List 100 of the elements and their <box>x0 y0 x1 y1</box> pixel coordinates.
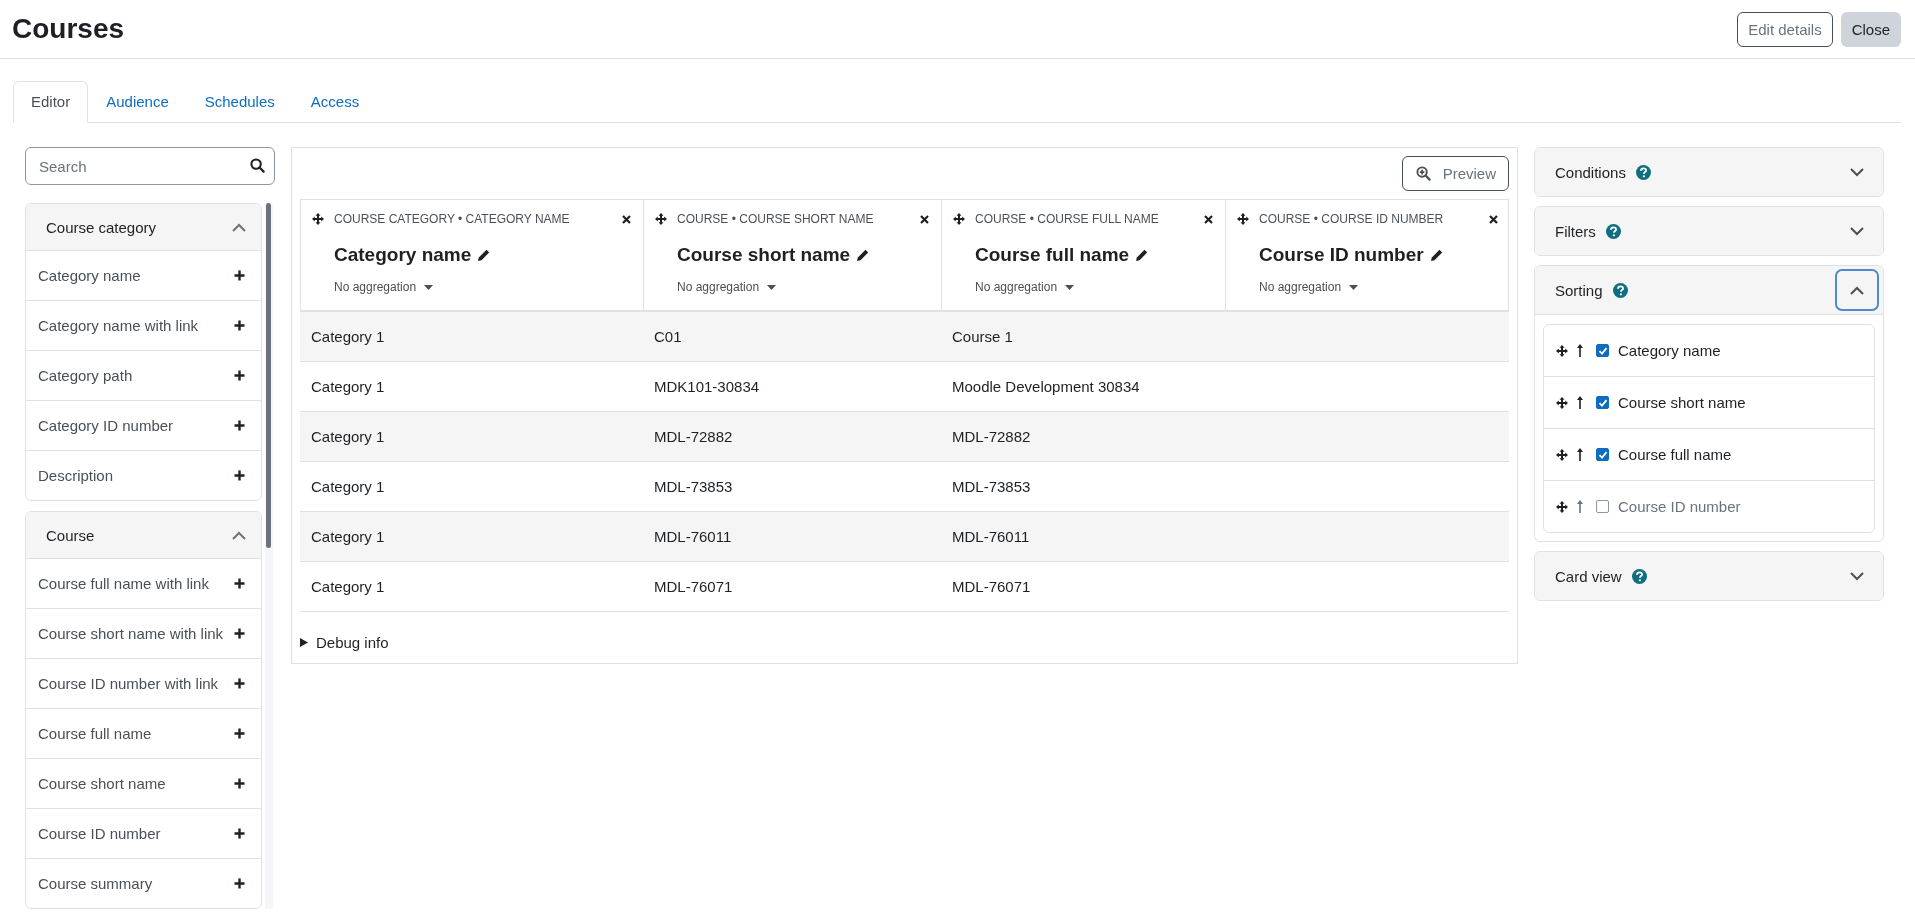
plus-icon <box>234 678 245 689</box>
move-icon[interactable] <box>1556 500 1568 513</box>
checkbox[interactable] <box>1596 396 1609 409</box>
table-cell: Category 1 <box>311 428 385 445</box>
plus-icon <box>234 470 245 481</box>
column-title[interactable]: Course full name <box>975 244 1130 266</box>
remove-icon[interactable] <box>1204 214 1213 224</box>
checkbox[interactable] <box>1596 500 1609 513</box>
field-list-item[interactable]: Category ID number <box>26 401 261 451</box>
edit-details-button[interactable]: Edit details <box>1737 11 1833 47</box>
plus-icon <box>234 420 245 431</box>
field-label: Course full name <box>38 725 152 742</box>
table-cell: MDL-72882 <box>952 428 1031 445</box>
remove-icon[interactable] <box>622 214 631 224</box>
move-icon[interactable] <box>312 213 324 225</box>
move-icon[interactable] <box>953 213 965 225</box>
group-title: Course <box>46 526 95 544</box>
table-cell: Category 1 <box>311 578 385 595</box>
field-label: Course full name with link <box>38 575 209 592</box>
help-icon[interactable] <box>1612 282 1628 298</box>
caret-icon <box>1065 284 1075 290</box>
plus-icon <box>234 320 245 331</box>
help-icon[interactable] <box>1605 223 1621 239</box>
group-title: Course category <box>46 218 157 236</box>
aggregation-dropdown[interactable]: No aggregation <box>975 280 1213 294</box>
debug-label: Debug info <box>316 634 389 651</box>
close-button[interactable]: Close <box>1840 11 1901 47</box>
table-cell: MDL-76011 <box>654 528 732 545</box>
pencil-icon[interactable] <box>477 248 491 262</box>
column-source: COURSE • COURSE FULL NAME <box>975 212 1160 226</box>
checkbox[interactable] <box>1596 448 1609 461</box>
caret-icon <box>1349 284 1359 290</box>
plus-icon <box>234 270 245 281</box>
search-field[interactable]: Search <box>25 147 275 185</box>
tab[interactable]: Editor <box>13 81 89 123</box>
move-icon[interactable] <box>1556 396 1568 409</box>
help-icon[interactable] <box>1635 164 1651 180</box>
field-list-item[interactable]: Course full name <box>26 709 261 759</box>
card-title: Sorting <box>1555 281 1603 299</box>
move-icon[interactable] <box>1556 448 1568 461</box>
pencil-icon[interactable] <box>1135 248 1149 262</box>
move-icon[interactable] <box>655 213 667 225</box>
checkbox[interactable] <box>1596 344 1609 357</box>
arrow-up-icon[interactable] <box>1577 344 1583 357</box>
column-title[interactable]: Course ID number <box>1259 244 1424 266</box>
table-cell: MDL-76071 <box>952 578 1031 595</box>
debug-info-toggle[interactable]: Debug info <box>300 634 1509 651</box>
column-title[interactable]: Course short name <box>677 244 851 266</box>
field-list-item[interactable]: Course full name with link <box>26 559 261 609</box>
field-label: Category name <box>38 267 141 284</box>
pencil-icon[interactable] <box>856 248 870 262</box>
search-icon <box>250 158 265 173</box>
field-label: Course summary <box>38 875 153 892</box>
field-list-item[interactable]: Course ID number <box>26 809 261 859</box>
pencil-icon[interactable] <box>1429 248 1443 262</box>
column-title[interactable]: Category name <box>334 244 472 266</box>
field-list-item[interactable]: Category name with link <box>26 301 261 351</box>
tab[interactable]: Schedules <box>186 81 293 123</box>
sort-field-label: Course ID number <box>1618 498 1741 515</box>
field-label: Category name with link <box>38 317 199 334</box>
group-header[interactable]: Course category <box>26 204 261 251</box>
collapse-toggle[interactable] <box>1835 269 1879 311</box>
field-label: Course ID number <box>38 825 161 842</box>
field-label: Course short name with link <box>38 625 224 642</box>
tab[interactable]: Access <box>292 81 378 123</box>
sort-field-label: Category name <box>1618 342 1721 359</box>
table-cell: Category 1 <box>311 478 385 495</box>
remove-icon[interactable] <box>920 214 929 224</box>
help-icon[interactable] <box>1631 568 1647 584</box>
table-cell: MDL-72882 <box>654 428 733 445</box>
aggregation-dropdown[interactable]: No aggregation <box>1259 280 1498 294</box>
plus-icon <box>234 878 245 889</box>
table-cell: Category 1 <box>311 378 385 395</box>
table-cell: C01 <box>654 328 682 345</box>
field-list-item[interactable]: Course short name <box>26 759 261 809</box>
aggregation-dropdown[interactable]: No aggregation <box>334 280 631 294</box>
card-title: Conditions <box>1555 163 1626 181</box>
move-icon[interactable] <box>1237 213 1249 225</box>
chevron-down-icon <box>1850 226 1864 236</box>
field-list-item[interactable]: Course ID number with link <box>26 659 261 709</box>
move-icon[interactable] <box>1556 344 1568 357</box>
aggregation-dropdown[interactable]: No aggregation <box>677 280 929 294</box>
plus-icon <box>234 578 245 589</box>
field-list-item[interactable]: Course short name with link <box>26 609 261 659</box>
table-cell: Category 1 <box>311 328 385 345</box>
field-list-item[interactable]: Description <box>26 451 261 500</box>
scrollbar-thumb[interactable] <box>266 203 271 548</box>
field-list-item[interactable]: Category name <box>26 251 261 301</box>
group-header[interactable]: Course <box>26 512 261 559</box>
card-title: Filters <box>1555 222 1596 240</box>
zoom-in-icon <box>1415 166 1431 181</box>
preview-button[interactable]: Preview <box>1401 156 1509 191</box>
field-list-item[interactable]: Category path <box>26 351 261 401</box>
arrow-up-icon[interactable] <box>1577 448 1583 461</box>
tab[interactable]: Audience <box>88 81 187 123</box>
arrow-up-icon[interactable] <box>1577 396 1583 409</box>
remove-icon[interactable] <box>1489 214 1498 224</box>
column-source: COURSE • COURSE SHORT NAME <box>677 212 875 226</box>
field-list-item[interactable]: Course summary <box>26 859 261 908</box>
plus-icon <box>234 370 245 381</box>
